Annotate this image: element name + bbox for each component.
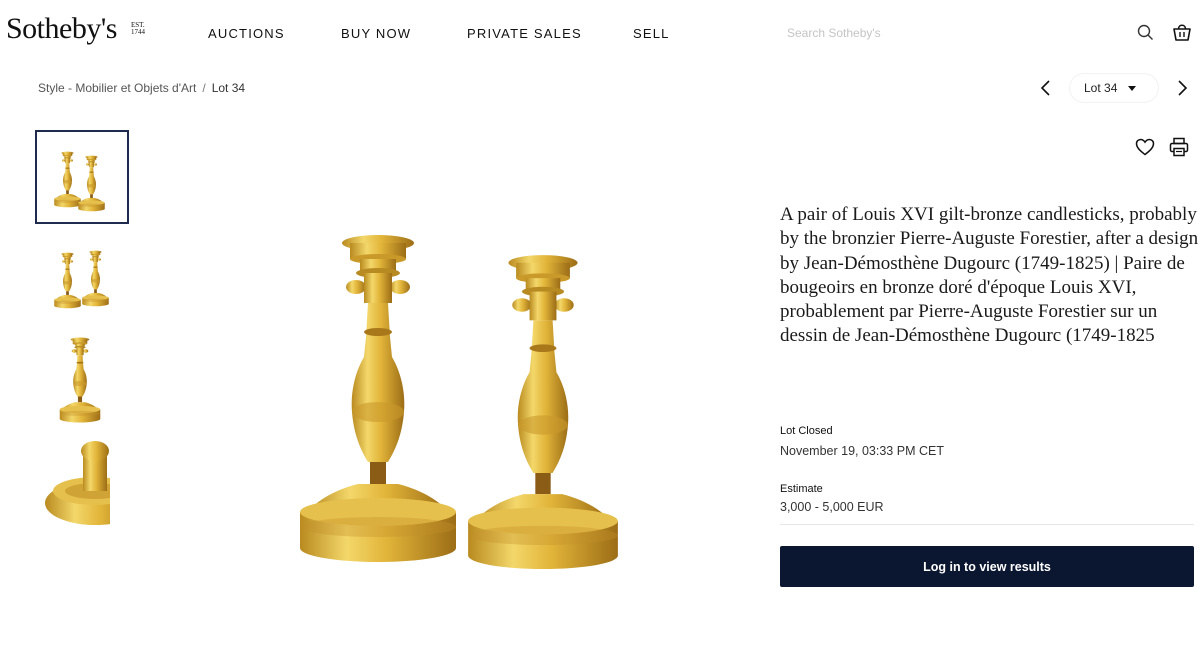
breadcrumb-separator: / xyxy=(202,81,206,95)
logo-est-line2: 1744 xyxy=(131,28,145,36)
sothebys-logo[interactable]: Sotheby's xyxy=(6,12,117,46)
thumbnail-pair-alternate[interactable] xyxy=(35,231,129,325)
lot-status-label: Lot Closed xyxy=(780,425,833,437)
search-icon[interactable] xyxy=(1135,22,1155,42)
breadcrumb-current: Lot 34 xyxy=(211,81,246,95)
thumbnail-base-detail[interactable] xyxy=(35,433,129,527)
printer-icon[interactable] xyxy=(1168,136,1190,158)
lot-closed-date: November 19, 03:33 PM CET xyxy=(780,444,944,458)
nav-buy-now[interactable]: BUY NOW xyxy=(341,26,411,41)
estimate-label: Estimate xyxy=(780,483,823,495)
breadcrumb: Style - Mobilier et Objets d'Art / Lot 34 xyxy=(38,81,245,95)
site-header: Sotheby's EST. 1744 AUCTIONS BUY NOW PRI… xyxy=(0,0,1200,64)
shopping-bag-icon[interactable] xyxy=(1171,21,1193,43)
lot-title: A pair of Louis XVI gilt-bronze candlest… xyxy=(780,204,1199,347)
login-to-view-results-button[interactable]: Log in to view results xyxy=(780,546,1194,587)
nav-sell[interactable]: SELL xyxy=(633,26,670,41)
candlesticks-image xyxy=(300,235,618,569)
logo-est-mark: EST. 1744 xyxy=(131,22,147,36)
thumbnail-image xyxy=(45,433,129,527)
chevron-left-icon[interactable] xyxy=(1036,78,1056,98)
search-input[interactable] xyxy=(782,22,1122,44)
main-lot-image[interactable] xyxy=(250,225,630,625)
nav-auctions[interactable]: AUCTIONS xyxy=(208,26,285,41)
divider xyxy=(780,524,1194,525)
lot-selector[interactable]: Lot 34 xyxy=(1070,74,1158,102)
chevron-right-icon[interactable] xyxy=(1172,78,1192,98)
breadcrumb-parent[interactable]: Style - Mobilier et Objets d'Art xyxy=(38,81,196,95)
thumbnail-pair-front[interactable] xyxy=(35,130,129,224)
estimate-value: 3,000 - 5,000 EUR xyxy=(780,500,884,514)
caret-down-icon xyxy=(1128,86,1136,91)
heart-icon[interactable] xyxy=(1134,136,1156,158)
thumbnail-candlestick-detail[interactable] xyxy=(35,332,129,426)
nav-private-sales[interactable]: PRIVATE SALES xyxy=(467,26,582,41)
thumbnail-image xyxy=(54,250,109,309)
thumbnail-image xyxy=(59,337,101,423)
thumbnail-image xyxy=(54,151,105,212)
lot-selector-value: Lot 34 xyxy=(1084,81,1118,95)
